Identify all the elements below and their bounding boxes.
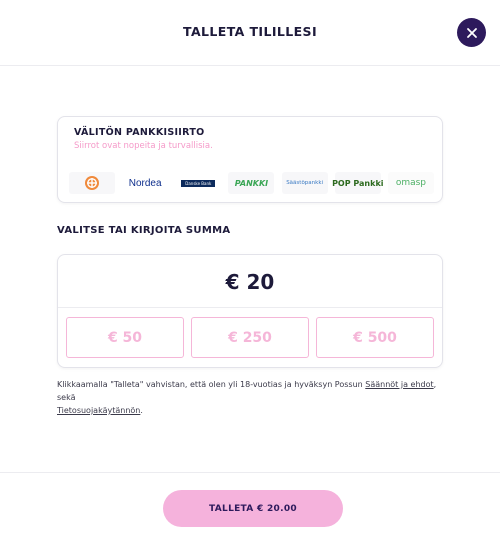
spankki-label: PANKKI (234, 178, 269, 188)
preset-250-button[interactable]: € 250 (191, 317, 309, 358)
pop-pankki-label: POP Pankki (332, 178, 384, 188)
preset-amounts: € 50 € 250 € 500 (66, 317, 434, 358)
deposit-button[interactable]: TALLETA € 20.00 (163, 490, 343, 527)
close-button[interactable] (457, 18, 486, 47)
preset-50-button[interactable]: € 50 (66, 317, 184, 358)
bank-logo-aktia[interactable] (69, 172, 115, 194)
privacy-policy-link[interactable]: Tietosuojakäytännön (57, 406, 140, 415)
modal-header: TALLETA TILILLESI (0, 0, 500, 66)
bank-logos: Nordea Danske Bank PANKKI Säästöpankki P… (69, 172, 434, 194)
close-icon (466, 27, 477, 38)
nordea-label: Nordea (128, 177, 162, 189)
bank-transfer-subtitle: Siirrot ovat nopeita ja turvallisia. (74, 141, 213, 151)
bank-logo-spankki[interactable]: PANKKI (228, 172, 275, 194)
amount-input[interactable] (58, 269, 442, 295)
terms-disclaimer: Klikkaamalla "Talleta" vahvistan, että o… (57, 378, 443, 417)
aktia-logo-icon (85, 176, 99, 190)
saastopankki-label: Säästöpankki (286, 180, 324, 186)
modal-footer: TALLETA € 20.00 (0, 472, 500, 539)
disclaimer-text-before: Klikkaamalla "Talleta" vahvistan, että o… (57, 380, 366, 389)
omasp-label: omasp (395, 178, 427, 188)
bank-logo-nordea[interactable]: Nordea (122, 172, 169, 194)
bank-logo-pop-pankki[interactable]: POP Pankki (332, 172, 384, 194)
terms-link[interactable]: Säännöt ja ehdot (365, 380, 433, 389)
bank-logo-omasp[interactable]: omasp (387, 172, 434, 194)
amount-input-wrapper (58, 255, 442, 308)
danske-label: Danske Bank (181, 179, 216, 187)
disclaimer-text-after: . (140, 406, 143, 415)
bank-logo-saastopankki[interactable]: Säästöpankki (281, 172, 328, 194)
instant-bank-transfer-card: VÄLITÖN PANKKISIIRTO Siirrot ovat nopeit… (57, 116, 443, 203)
amount-card: € 50 € 250 € 500 (57, 254, 443, 368)
amount-section-title: VALITSE TAI KIRJOITA SUMMA (57, 225, 231, 236)
bank-transfer-title: VÄLITÖN PANKKISIIRTO (74, 127, 205, 138)
modal-title: TALLETA TILILLESI (183, 24, 317, 39)
preset-500-button[interactable]: € 500 (316, 317, 434, 358)
bank-logo-danske[interactable]: Danske Bank (175, 172, 222, 194)
